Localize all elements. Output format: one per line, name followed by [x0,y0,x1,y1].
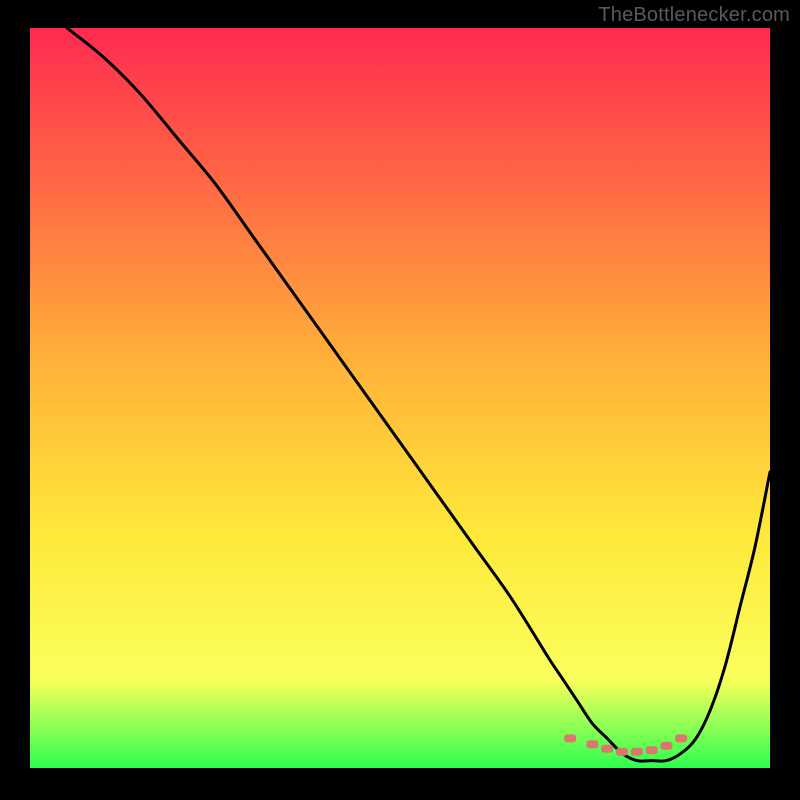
valley-marker [631,748,643,756]
valley-marker [616,748,628,756]
valley-marker [646,746,658,754]
valley-marker [601,745,613,753]
valley-marker [675,734,687,742]
chart-svg [30,28,770,768]
valley-marker [564,734,576,742]
valley-marker [586,740,598,748]
chart-plot-area [30,28,770,768]
valley-marker [660,742,672,750]
watermark-text: TheBottlenecker.com [598,4,790,27]
gradient-background [30,28,770,768]
